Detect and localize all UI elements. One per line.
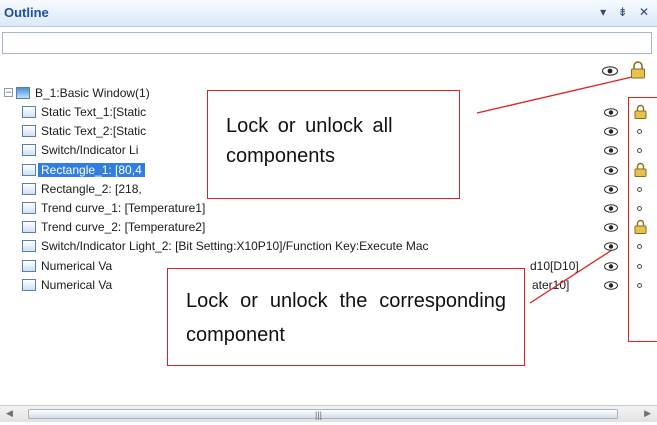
scrollbar-thumb[interactable]: |||	[28, 409, 618, 420]
scroll-right-icon[interactable]: ▶	[644, 408, 651, 419]
lock-icon[interactable]	[634, 104, 647, 119]
tree-item-label: Rectangle_1: [80,4	[38, 162, 145, 177]
window-icon	[16, 87, 30, 99]
visibility-eye-icon[interactable]	[604, 261, 618, 271]
tree-item-label: Switch/Indicator Li	[41, 143, 139, 158]
rectangle-icon	[22, 163, 36, 176]
tree-item-label: Numerical Va	[41, 258, 113, 273]
unlock-toggle-icon[interactable]	[637, 263, 642, 269]
close-icon[interactable]: ✕	[639, 5, 649, 19]
visibility-eye-icon[interactable]	[604, 165, 618, 175]
tree-root-label: B_1:Basic Window(1)	[35, 86, 150, 100]
numerical-value-icon	[22, 278, 36, 291]
visibility-eye-icon[interactable]	[604, 242, 618, 252]
rectangle-icon	[22, 182, 36, 195]
visibility-eye-icon[interactable]	[604, 184, 618, 194]
window-controls: ▾ ⇟ ✕	[592, 5, 649, 19]
visibility-eye-icon[interactable]	[604, 108, 618, 117]
unlock-toggle-icon[interactable]	[637, 186, 642, 192]
trend-curve-icon	[22, 202, 36, 214]
visibility-eye-icon[interactable]	[604, 146, 618, 156]
trend-curve-icon	[22, 221, 36, 234]
visibility-eye-icon[interactable]	[604, 204, 618, 213]
outline-search-input[interactable]	[2, 32, 652, 54]
static-text-icon	[22, 106, 36, 118]
lock-icon[interactable]	[634, 162, 647, 177]
tree-item-label-suffix: d10[D10]	[530, 258, 579, 273]
panel-titlebar: Outline ▾ ⇟ ✕	[0, 0, 657, 27]
pin-icon[interactable]: ⇟	[618, 5, 628, 19]
tree-item-label: Static Text_1:[Static	[41, 105, 147, 119]
collapse-icon[interactable]: −	[4, 88, 13, 97]
static-text-icon	[22, 125, 36, 138]
panel-title: Outline	[4, 5, 49, 20]
horizontal-scrollbar[interactable]: ◀ ||| ▶	[0, 405, 657, 422]
tree-item-label: Rectangle_2: [218,	[41, 181, 142, 196]
visibility-eye-icon[interactable]	[604, 127, 618, 136]
grip-icon: |||	[315, 410, 323, 420]
tree-item-label: Trend curve_2: [Temperature2]	[41, 220, 206, 235]
tree-item-label-suffix: ater10]	[532, 277, 570, 292]
tree-item-label: Switch/Indicator Light_2: [Bit Setting:X…	[41, 239, 429, 254]
unlock-toggle-icon[interactable]	[637, 282, 642, 288]
tree-item-label: Trend curve_1: [Temperature1]	[41, 201, 206, 215]
scroll-left-icon[interactable]: ◀	[6, 408, 13, 419]
tree-item[interactable]: Trend curve_2: [Temperature2]	[0, 218, 600, 236]
switch-indicator-icon	[22, 144, 36, 157]
tree-item-label: Numerical Va	[41, 277, 113, 292]
callout-lock-all-text: Lock or unlock all components	[226, 115, 393, 167]
numerical-value-icon	[22, 259, 36, 272]
tree-item[interactable]: Trend curve_1: [Temperature1]	[0, 199, 600, 217]
lock-all-icon[interactable]	[630, 61, 646, 79]
tree-item-label: Static Text_2:[Static	[41, 124, 147, 139]
callout-lock-component-text: Lock or unlock the corresponding compone…	[186, 290, 506, 346]
unlock-toggle-icon[interactable]	[637, 206, 642, 211]
visibility-eye-icon[interactable]	[604, 280, 618, 290]
switch-indicator-icon	[22, 240, 36, 253]
tree-item[interactable]: Switch/Indicator Light_2: [Bit Setting:X…	[0, 237, 600, 255]
show-all-eye-icon[interactable]	[602, 66, 618, 76]
dropdown-arrow-icon[interactable]: ▾	[600, 5, 606, 19]
visibility-eye-icon[interactable]	[604, 223, 618, 232]
callout-lock-all: Lock or unlock all components	[207, 90, 460, 199]
callout-lock-component: Lock or unlock the corresponding compone…	[167, 268, 525, 366]
lock-icon[interactable]	[634, 219, 647, 235]
